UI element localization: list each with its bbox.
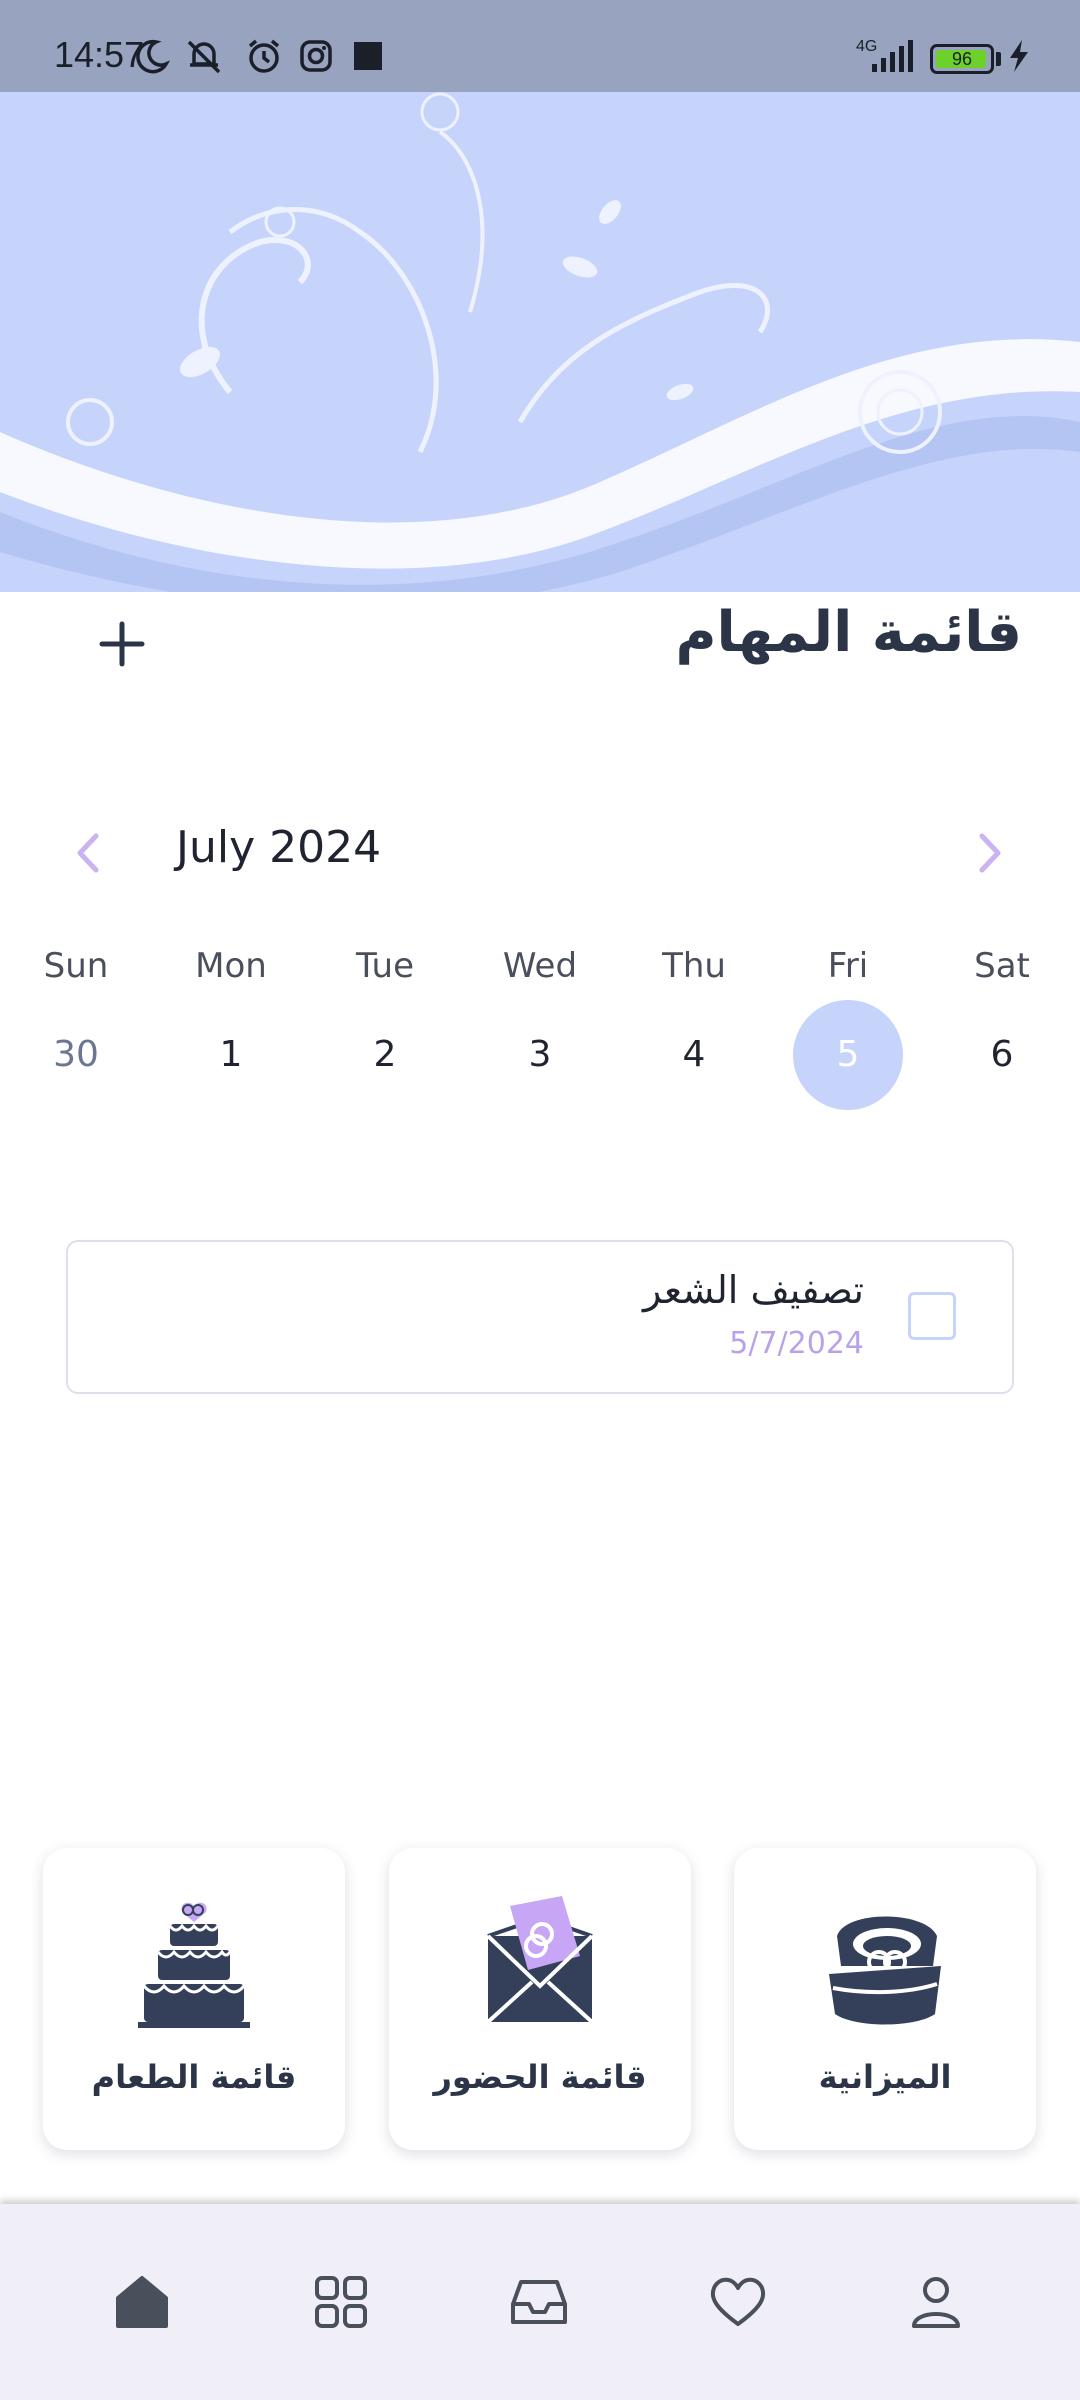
alarm-icon <box>248 39 280 73</box>
weekday-wed: Wed <box>502 946 578 986</box>
mute-icon <box>187 40 221 74</box>
day-cell[interactable]: 4 <box>639 1000 749 1110</box>
weekday-fri: Fri <box>827 946 869 986</box>
task-title: تصفيف الشعر <box>643 1268 864 1312</box>
page-title: قائمة المهام <box>675 600 1022 665</box>
inbox-icon[interactable] <box>507 2270 571 2334</box>
ring-box-icon <box>829 1916 941 2025</box>
status-bar: 14:57 4G 96 <box>0 0 1080 92</box>
signal-icon <box>872 40 913 72</box>
instagram-icon <box>300 40 332 72</box>
task-date: 5/7/2024 <box>729 1326 864 1361</box>
month-label: July 2024 <box>176 822 382 873</box>
battery-cap <box>996 52 1001 66</box>
day-cell[interactable]: 3 <box>485 1000 595 1110</box>
floral-decoration <box>0 92 1080 592</box>
day-cell[interactable]: 2 <box>330 1000 440 1110</box>
heart-icon[interactable] <box>706 2270 770 2334</box>
home-icon[interactable] <box>110 2270 174 2334</box>
budget-card[interactable]: الميزانية <box>734 1848 1036 2150</box>
task-card[interactable]: تصفيف الشعر 5/7/2024 <box>66 1240 1014 1394</box>
next-month-button[interactable] <box>970 826 1010 880</box>
bottom-nav <box>0 2204 1080 2400</box>
battery-percent: 96 <box>951 49 973 69</box>
weekday-sat: Sat <box>974 946 1030 986</box>
weekday-mon: Mon <box>195 946 267 986</box>
header-banner <box>0 92 1080 592</box>
square-icon <box>354 42 382 70</box>
food-menu-label: قائمة الطعام <box>91 2058 297 2096</box>
task-checkbox[interactable] <box>908 1292 956 1340</box>
budget-label: الميزانية <box>818 2058 952 2096</box>
invitation-envelope-icon <box>486 1896 594 2024</box>
day-cell[interactable]: 6 <box>947 1000 1057 1110</box>
battery-icon: 96 <box>930 44 994 74</box>
prev-month-button[interactable] <box>68 826 108 880</box>
weekday-sun: Sun <box>43 946 109 986</box>
profile-icon[interactable] <box>904 2270 968 2334</box>
status-time: 14:57 <box>54 34 145 75</box>
weekday-thu: Thu <box>662 946 726 986</box>
wedding-cake-icon <box>138 1902 250 2028</box>
guest-list-label: قائمة الحضور <box>433 2058 647 2096</box>
grid-icon[interactable] <box>309 2270 373 2334</box>
moon-icon <box>136 39 171 74</box>
food-menu-card[interactable]: قائمة الطعام <box>43 1848 345 2150</box>
charging-icon <box>1010 40 1028 72</box>
add-task-button[interactable] <box>90 612 154 676</box>
day-cell-selected[interactable]: 5 <box>793 1000 903 1110</box>
day-cell[interactable]: 1 <box>176 1000 286 1110</box>
day-cell[interactable]: 30 <box>21 1000 131 1110</box>
weekday-tue: Tue <box>355 946 415 986</box>
guest-list-card[interactable]: قائمة الحضور <box>389 1848 691 2150</box>
